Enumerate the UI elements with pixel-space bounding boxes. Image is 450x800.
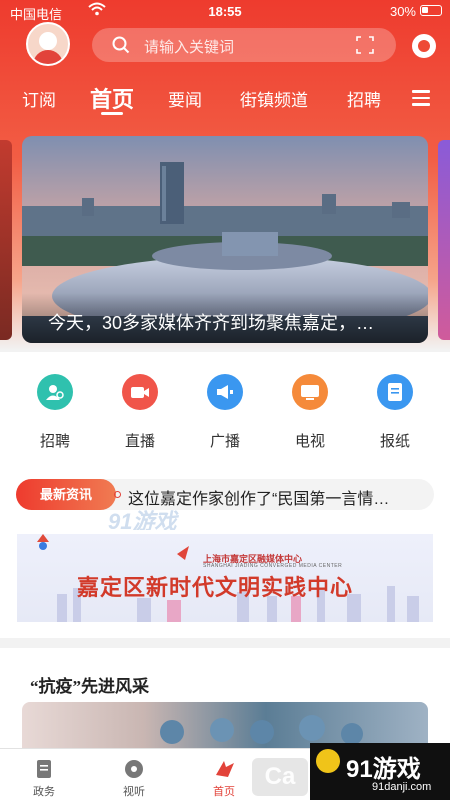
tab-home-bottom[interactable]: 首页 [194,759,254,799]
feature-section: “抗疫”先进风采 [0,648,450,748]
avatar[interactable] [26,22,70,66]
quick-item-tv[interactable]: 电视 [280,374,340,451]
search-placeholder: 请输入关键词 [144,39,235,56]
tab-label: 政务 [33,786,55,798]
carousel-prev-card[interactable] [0,140,12,340]
carousel-slide[interactable]: 今天，30多家媒体齐齐到场聚焦嘉定，… [22,136,428,343]
live-icon [122,374,158,410]
news-ticker[interactable]: 最新资讯 这位嘉定作家创作了“民国第一言情… 91游戏 [0,460,450,534]
tab-subscribe[interactable]: 订阅 [22,86,56,111]
carousel: 今天，30多家媒体齐齐到场聚焦嘉定，… [0,136,450,344]
clock: 18:55 [208,4,242,19]
quick-item-broadcast[interactable]: 广播 [195,374,255,451]
avatar-face-icon [39,32,57,50]
quick-item-label: 报纸 [379,433,410,450]
tab-town-channel[interactable]: 街镇频道 [240,86,308,111]
quick-item-live[interactable]: 直播 [110,374,170,451]
search-input[interactable]: 请输入关键词 [92,28,396,62]
quick-item-label: 直播 [124,433,155,450]
disc-icon [124,759,144,779]
ad-title: 嘉定区新时代文明实践中心 [77,575,354,600]
medical-staff-image[interactable] [22,702,428,748]
carousel-next-card[interactable] [438,140,450,340]
watermark-brand: 91游戏 91danji.com [310,743,450,800]
tab-label: 首页 [213,786,235,798]
scan-icon[interactable] [356,36,374,54]
quick-item-label: 广播 [209,433,240,450]
quick-item-recruit[interactable]: 招聘 [25,374,85,451]
quick-item-label: 电视 [294,433,325,450]
broadcast-icon [207,374,243,410]
section-divider [0,638,450,648]
battery-icon [420,5,442,16]
tab-headlines[interactable]: 要闻 [168,86,202,111]
home-logo-icon [214,759,234,779]
avatar-body-icon [33,50,63,64]
menu-icon[interactable] [412,90,430,110]
brand-url: 91danji.com [372,781,432,793]
watermark-ca: Ca [252,758,308,796]
ad-banner[interactable]: 上海市嘉定区融媒体中心 SHANGHAI JIADING CONVERGED M… [17,534,433,622]
search-icon [112,36,130,54]
document-icon [34,759,54,779]
latest-news-badge: 最新资讯 [16,479,116,510]
message-icon[interactable] [412,34,436,58]
carousel-caption: 今天，30多家媒体齐齐到场聚焦嘉定，… [22,293,428,343]
quick-menu: 招聘 直播 广播 电视 报纸 [0,352,450,460]
quick-item-newspaper[interactable]: 报纸 [365,374,425,451]
channel-nav: 订阅 首页 要闻 街镇频道 招聘 [0,80,450,115]
tab-audio-video[interactable]: 视听 [104,759,164,799]
tv-icon [292,374,328,410]
ticker-dot-icon [114,491,121,498]
ad-section: 上海市嘉定区融媒体中心 SHANGHAI JIADING CONVERGED M… [0,530,450,638]
battery-percent: 30% [389,4,416,19]
tab-recruit[interactable]: 招聘 [347,86,381,111]
tab-home[interactable]: 首页 [90,82,134,114]
carousel-caption-text: 今天，30多家媒体齐齐到场聚焦嘉定，… [48,313,375,333]
brand-name: 91游戏 [346,756,421,783]
recruit-icon [37,374,73,410]
newspaper-icon [377,374,413,410]
quick-item-label: 招聘 [39,433,70,450]
tab-label: 视听 [123,786,145,798]
medical-staff-photo [160,715,363,745]
active-tab-indicator [101,112,123,115]
brand-logo-icon [316,749,340,773]
section-title: “抗疫”先进风采 [30,677,149,696]
ad-org-english: SHANGHAI JIADING CONVERGED MEDIA CENTER [203,563,343,569]
status-bar: 中国电信 18:55 30% [0,0,450,22]
tab-government[interactable]: 政务 [14,759,74,799]
